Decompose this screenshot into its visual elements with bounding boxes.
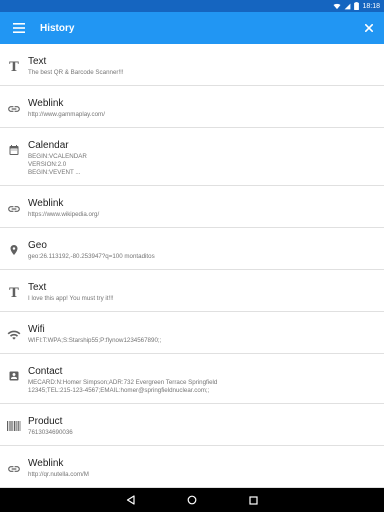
- item-value: BEGIN:VCALENDAR VERSION:2.0 BEGIN:VEVENT…: [28, 153, 87, 176]
- item-type: Weblink: [28, 458, 64, 469]
- menu-icon: [13, 23, 25, 33]
- item-value: The best QR & Barcode Scanner!!!: [28, 69, 124, 76]
- status-bar: 18:18: [0, 0, 384, 12]
- home-icon[interactable]: [187, 495, 197, 505]
- item-value: http://www.gammaplay.com/: [28, 111, 105, 118]
- wifi-signal-icon: [333, 3, 341, 9]
- page-title: History: [40, 22, 75, 34]
- item-value: http://qr.nutella.com/M: [28, 471, 89, 478]
- close-button[interactable]: [354, 12, 384, 44]
- location-pin-icon: [10, 245, 18, 255]
- item-value: geo:26.113192,-80.253947?q=100 montadito…: [28, 253, 155, 260]
- history-item-text[interactable]: T Text The best QR & Barcode Scanner!!!: [0, 44, 384, 86]
- system-nav-bar: [0, 488, 384, 512]
- link-icon: [8, 106, 20, 112]
- history-item-wifi[interactable]: Wifi WIFI:T:WPA;S:Starship55;P:flynow123…: [0, 312, 384, 354]
- menu-button[interactable]: [0, 12, 38, 44]
- item-value: MECARD:N:Homer Simpson;ADR:732 Evergreen…: [28, 379, 218, 394]
- link-icon: [8, 206, 20, 212]
- item-type: Calendar: [28, 140, 69, 151]
- text-type-icon: T: [9, 60, 19, 72]
- close-icon: [365, 24, 373, 32]
- calendar-icon: [9, 145, 19, 155]
- item-type: Geo: [28, 240, 47, 251]
- history-item-text[interactable]: T Text I love this app! You must try it!…: [0, 270, 384, 312]
- item-type: Text: [28, 56, 47, 67]
- history-item-geo[interactable]: Geo geo:26.113192,-80.253947?q=100 monta…: [0, 228, 384, 270]
- status-time: 18:18: [362, 2, 380, 10]
- history-item-calendar[interactable]: Calendar BEGIN:VCALENDAR VERSION:2.0 BEG…: [0, 128, 384, 186]
- barcode-icon: [7, 421, 21, 431]
- item-type: Text: [28, 282, 47, 293]
- link-icon: [8, 466, 20, 472]
- item-value: 7613034690036: [28, 429, 73, 436]
- recents-icon[interactable]: [249, 495, 258, 505]
- svg-text:T: T: [9, 60, 19, 72]
- history-item-product[interactable]: Product 7613034690036: [0, 404, 384, 446]
- wifi-icon: [7, 330, 21, 340]
- item-type: Product: [28, 416, 63, 427]
- history-list: T Text The best QR & Barcode Scanner!!! …: [0, 44, 384, 488]
- item-value: WIFI:T:WPA;S:Starship55;P:flynow12345678…: [28, 337, 162, 344]
- item-type: Weblink: [28, 198, 64, 209]
- item-value: I love this app! You must try it!!!: [28, 295, 114, 302]
- history-item-weblink[interactable]: Weblink http://qr.nutella.com/M: [0, 446, 384, 488]
- item-type: Contact: [28, 366, 63, 377]
- history-item-contact[interactable]: Contact MECARD:N:Homer Simpson;ADR:732 E…: [0, 354, 384, 404]
- svg-text:T: T: [9, 286, 19, 298]
- item-type: Weblink: [28, 98, 64, 109]
- history-item-weblink[interactable]: Weblink https://www.wikipedia.org/: [0, 186, 384, 228]
- item-type: Wifi: [28, 324, 45, 335]
- app-bar: History: [0, 12, 384, 44]
- contact-card-icon: [9, 371, 19, 381]
- battery-icon: [354, 2, 360, 10]
- item-value: https://www.wikipedia.org/: [28, 211, 100, 218]
- history-item-weblink[interactable]: Weblink http://www.gammaplay.com/: [0, 86, 384, 128]
- cell-signal-icon: [345, 3, 351, 9]
- back-icon[interactable]: [126, 495, 135, 505]
- text-type-icon: T: [9, 286, 19, 298]
